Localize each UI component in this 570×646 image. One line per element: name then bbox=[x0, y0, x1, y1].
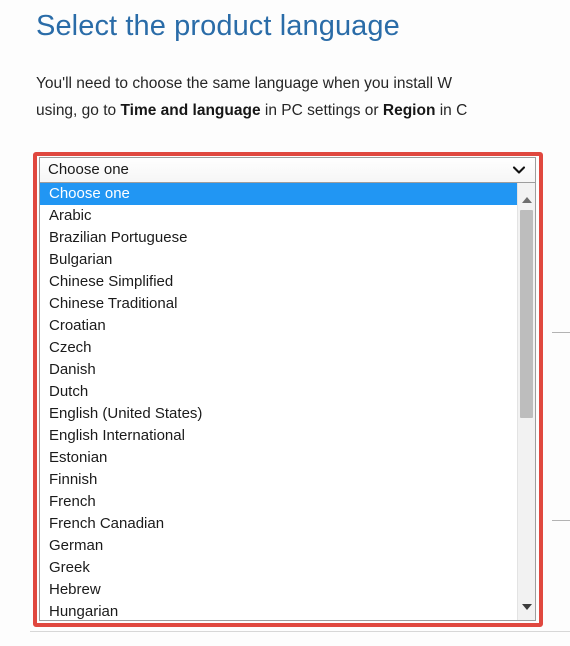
triangle-up-icon[interactable] bbox=[518, 191, 535, 208]
language-options-listbox[interactable]: Choose one Arabic Brazilian Portuguese Bulg… bbox=[39, 183, 536, 621]
triangle-down-glyph bbox=[521, 603, 532, 610]
list-item[interactable]: Brazilian Portuguese bbox=[40, 227, 517, 249]
triangle-up-glyph bbox=[521, 196, 532, 203]
combobox-selected-value: Choose one bbox=[48, 161, 129, 178]
intro-paragraph: You'll need to choose the same language … bbox=[36, 70, 570, 124]
list-item[interactable]: Hebrew bbox=[40, 579, 517, 601]
list-item[interactable]: Hungarian bbox=[40, 601, 517, 620]
options-list[interactable]: Choose one Arabic Brazilian Portuguese Bulg… bbox=[40, 183, 517, 620]
list-item[interactable]: Chinese Simplified bbox=[40, 271, 517, 293]
list-item[interactable]: German bbox=[40, 535, 517, 557]
list-item[interactable]: French bbox=[40, 491, 517, 513]
intro-line-2: using, go to Time and language in PC set… bbox=[36, 97, 570, 124]
chevron-down-icon[interactable] bbox=[511, 162, 527, 178]
scrollbar-thumb[interactable] bbox=[520, 210, 533, 418]
divider-line-lower bbox=[552, 520, 570, 521]
language-select-combobox[interactable]: Choose one bbox=[39, 157, 536, 183]
list-item-selected[interactable]: Choose one bbox=[40, 183, 517, 205]
list-item[interactable]: Danish bbox=[40, 359, 517, 381]
list-item[interactable]: Finnish bbox=[40, 469, 517, 491]
list-item[interactable]: Estonian bbox=[40, 447, 517, 469]
list-item[interactable]: Chinese Traditional bbox=[40, 293, 517, 315]
divider-line-bottom bbox=[30, 631, 570, 632]
list-item[interactable]: French Canadian bbox=[40, 513, 517, 535]
intro-text-mid: in PC settings or bbox=[260, 102, 383, 119]
list-item[interactable]: Croatian bbox=[40, 315, 517, 337]
intro-bold-time-and-language: Time and language bbox=[120, 102, 261, 119]
listbox-scrollbar[interactable] bbox=[517, 183, 535, 620]
triangle-down-icon[interactable] bbox=[518, 598, 535, 615]
intro-line-1: You'll need to choose the same language … bbox=[36, 75, 452, 92]
list-item[interactable]: Bulgarian bbox=[40, 249, 517, 271]
intro-bold-region: Region bbox=[382, 102, 436, 119]
list-item[interactable]: English International bbox=[40, 425, 517, 447]
list-item[interactable]: Dutch bbox=[40, 381, 517, 403]
divider-line-upper bbox=[552, 332, 570, 333]
intro-text-pre: using, go to bbox=[36, 102, 121, 119]
intro-text-post: in C bbox=[435, 102, 468, 119]
list-item[interactable]: English (United States) bbox=[40, 403, 517, 425]
list-item[interactable]: Arabic bbox=[40, 205, 517, 227]
list-item[interactable]: Greek bbox=[40, 557, 517, 579]
list-item[interactable]: Czech bbox=[40, 337, 517, 359]
page-title: Select the product language bbox=[36, 10, 400, 42]
